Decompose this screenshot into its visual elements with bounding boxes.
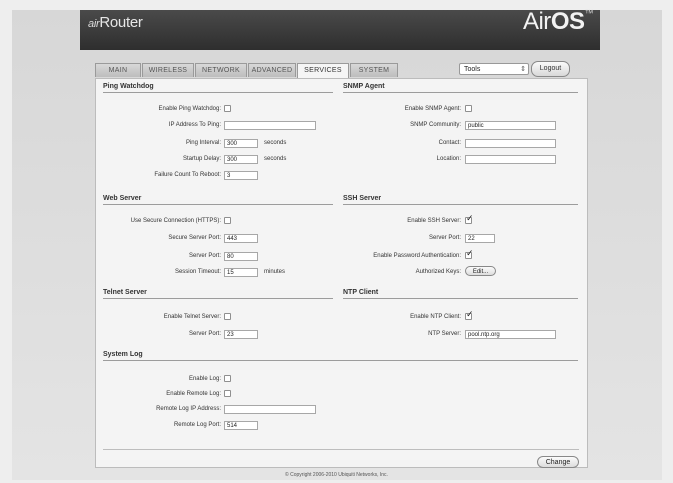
tab-network[interactable]: NETWORK <box>195 63 247 77</box>
section-title-web-server: Web Server <box>103 195 333 205</box>
airos-logo: AirOS™ <box>522 8 594 36</box>
label-enable-snmp: Enable SNMP Agent: <box>404 106 461 112</box>
label-contact: Contact: <box>438 140 461 146</box>
unit-session-timeout: minutes <box>264 269 286 275</box>
input-web-server-port[interactable]: 80 <box>224 252 258 261</box>
tab-bar: MAIN WIRELESS NETWORK ADVANCED SERVICES … <box>95 63 399 78</box>
brand-name: Router <box>99 14 143 31</box>
section-title-ssh-server: SSH Server <box>343 195 578 205</box>
unit-startup-delay: seconds <box>264 156 287 162</box>
input-remote-log-port[interactable]: 514 <box>224 421 258 430</box>
logout-button[interactable]: Logout <box>531 61 570 77</box>
label-failure-count: Failure Count To Reboot: <box>154 172 221 178</box>
checkbox-password-auth[interactable] <box>465 249 474 259</box>
input-failure-count[interactable]: 3 <box>224 171 258 180</box>
tab-advanced[interactable]: ADVANCED <box>248 63 296 77</box>
label-startup-delay: Startup Delay: <box>182 156 221 162</box>
change-button[interactable]: Change <box>537 456 579 468</box>
section-title-ntp-client: NTP Client <box>343 289 578 299</box>
label-enable-ntp: Enable NTP Client: <box>410 314 461 320</box>
section-title-telnet-server: Telnet Server <box>103 289 333 299</box>
label-secure-server-port: Secure Server Port: <box>168 235 221 241</box>
input-ping-interval[interactable]: 300 <box>224 139 258 148</box>
tab-services[interactable]: SERVICES <box>297 63 349 78</box>
label-session-timeout: Session Timeout: <box>174 269 221 275</box>
input-ntp-server[interactable]: pool.ntp.org <box>465 330 556 339</box>
checkbox-enable-log[interactable] <box>224 375 231 382</box>
logo-main: Air <box>522 8 551 35</box>
tools-select[interactable]: Tools ⇕ <box>459 63 529 75</box>
label-authorized-keys: Authorized Keys: <box>415 269 461 275</box>
label-use-https: Use Secure Connection (HTTPS): <box>130 218 221 224</box>
label-location: Location: <box>436 156 461 162</box>
logo-os: OS <box>550 8 585 35</box>
section-title-snmp-agent: SNMP Agent <box>343 83 578 93</box>
label-remote-log-port: Remote Log Port: <box>173 422 221 428</box>
label-enable-ping-watchdog: Enable Ping Watchdog: <box>158 106 221 112</box>
label-password-auth: Enable Password Authentication: <box>373 253 461 259</box>
label-snmp-community: SNMP Community: <box>410 122 461 128</box>
input-startup-delay[interactable]: 300 <box>224 155 258 164</box>
input-ip-to-ping[interactable] <box>224 121 316 130</box>
checkbox-use-https[interactable] <box>224 217 231 224</box>
tools-label: Tools <box>464 66 481 73</box>
section-title-system-log: System Log <box>103 351 578 361</box>
input-location[interactable] <box>465 155 556 164</box>
input-secure-server-port[interactable]: 443 <box>224 234 258 243</box>
label-remote-log-ip: Remote Log IP Address: <box>156 406 221 412</box>
checkbox-enable-snmp[interactable] <box>465 105 472 112</box>
label-enable-ssh: Enable SSH Server: <box>407 218 461 224</box>
brand-prefix: air <box>88 18 100 30</box>
checkbox-enable-remote-log[interactable] <box>224 390 231 397</box>
input-ssh-server-port[interactable]: 22 <box>465 234 495 243</box>
footer-divider <box>103 449 579 450</box>
unit-ping-interval: seconds <box>264 140 287 146</box>
input-contact[interactable] <box>465 139 556 148</box>
label-web-server-port: Server Port: <box>188 253 221 259</box>
tab-system[interactable]: SYSTEM <box>350 63 398 77</box>
checkbox-enable-telnet[interactable] <box>224 313 231 320</box>
checkbox-enable-ssh[interactable] <box>465 214 474 224</box>
checkbox-enable-ping-watchdog[interactable] <box>224 105 231 112</box>
brand-title: airRouter <box>88 14 143 31</box>
input-session-timeout[interactable]: 15 <box>224 268 258 277</box>
label-ssh-server-port: Server Port: <box>428 235 461 241</box>
label-enable-remote-log: Enable Remote Log: <box>166 391 221 397</box>
edit-authorized-keys-button[interactable]: Edit... <box>465 266 496 276</box>
tab-wireless[interactable]: WIRELESS <box>142 63 194 77</box>
label-telnet-server-port: Server Port: <box>188 331 221 337</box>
label-ntp-server: NTP Server: <box>428 331 461 337</box>
copyright-text: © Copyright 2006-2010 Ubiquiti Networks,… <box>285 472 388 478</box>
input-telnet-server-port[interactable]: 23 <box>224 330 258 339</box>
logo-tm: ™ <box>584 8 594 18</box>
label-enable-log: Enable Log: <box>188 376 221 382</box>
input-snmp-community[interactable]: public <box>465 121 556 130</box>
label-enable-telnet: Enable Telnet Server: <box>163 314 221 320</box>
label-ip-to-ping: IP Address To Ping: <box>168 122 221 128</box>
input-remote-log-ip[interactable] <box>224 405 316 414</box>
section-title-ping-watchdog: Ping Watchdog <box>103 83 333 93</box>
checkbox-enable-ntp[interactable] <box>465 310 474 320</box>
select-arrows-icon: ⇕ <box>520 66 526 73</box>
tab-main[interactable]: MAIN <box>95 63 141 77</box>
label-ping-interval: Ping Interval: <box>185 140 221 146</box>
